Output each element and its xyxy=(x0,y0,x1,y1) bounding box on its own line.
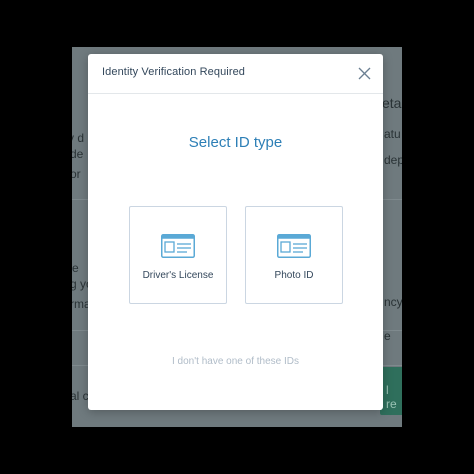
background-text: al c xyxy=(72,389,89,403)
modal-title: Identity Verification Required xyxy=(102,66,246,78)
close-button[interactable] xyxy=(353,62,375,84)
screen: y d de or re g yo rma al c eta atu dep n… xyxy=(0,0,474,474)
modal-header: Identity Verification Required xyxy=(88,54,383,94)
select-id-heading: Select ID type xyxy=(188,134,283,151)
background-text: e xyxy=(384,329,391,343)
id-card-icon xyxy=(161,234,195,258)
option-label: Driver's License xyxy=(142,270,214,281)
background-text: dep xyxy=(384,153,402,167)
background-text: ncy xyxy=(384,295,402,309)
background-text: y d xyxy=(72,131,85,145)
background-text: re xyxy=(72,261,79,275)
background-text: eta xyxy=(382,95,402,111)
photo-id-option[interactable]: Photo ID xyxy=(245,206,343,304)
option-label: Photo ID xyxy=(274,270,314,281)
background-text: atu xyxy=(384,127,401,141)
background-text: de xyxy=(72,147,84,161)
identity-verification-modal: Identity Verification Required Select ID… xyxy=(88,54,383,410)
close-icon xyxy=(358,67,370,79)
background-button-label: l re xyxy=(386,383,397,411)
id-card-icon xyxy=(277,234,311,258)
drivers-license-option[interactable]: Driver's License xyxy=(129,206,227,304)
background-text: or xyxy=(72,167,81,181)
no-id-link[interactable]: I don't have one of these IDs xyxy=(88,356,383,367)
